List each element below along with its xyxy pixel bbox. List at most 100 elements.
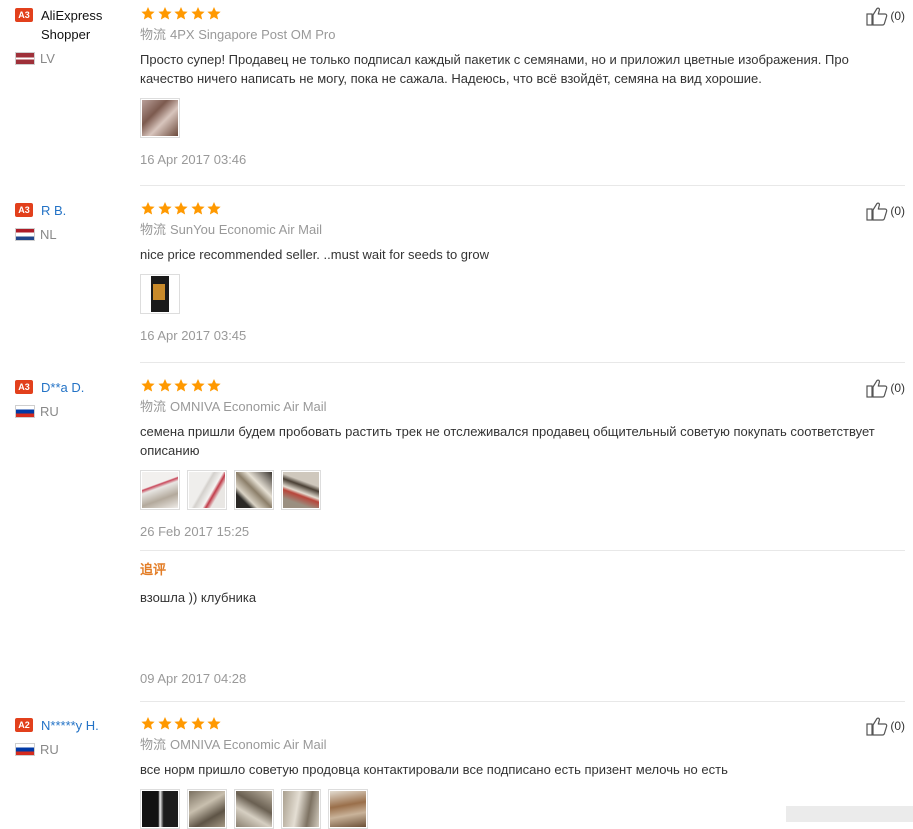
like-button[interactable]: (0)	[866, 201, 905, 221]
shipping-method: 物流 4PX Singapore Post OM Pro	[140, 26, 900, 44]
reviewer-country: NL	[15, 227, 133, 242]
latvia-flag-icon	[15, 52, 35, 65]
star-icon	[141, 378, 155, 392]
shipping-method: 物流 OMNIVA Economic Air Mail	[140, 398, 900, 416]
buyer-level-badge: A3	[15, 8, 33, 22]
review-photo-thumbnail[interactable]	[281, 789, 321, 829]
review-photo-thumbnail[interactable]	[281, 470, 321, 510]
reviewer-info: A3 AliExpress Shopper LV	[15, 6, 133, 66]
star-icon	[157, 201, 172, 215]
reviewer-country: RU	[15, 404, 133, 419]
reviewer-info: A2 N*****y H. RU	[15, 716, 133, 757]
star-icon	[190, 378, 205, 392]
review-text: семена пришли будем пробовать растить тр…	[140, 424, 875, 458]
star-icon	[157, 6, 172, 20]
country-code: NL	[40, 227, 57, 242]
shipping-name: 4PX Singapore Post OM Pro	[170, 27, 336, 42]
buyer-level-badge: A2	[15, 718, 33, 732]
like-count: (0)	[890, 381, 905, 395]
review-photos	[140, 98, 900, 138]
review-divider	[140, 185, 905, 186]
like-count: (0)	[890, 9, 905, 23]
star-icon	[141, 6, 155, 20]
thumbs-up-icon	[866, 202, 888, 221]
followup-date: 09 Apr 2017 04:28	[140, 671, 247, 686]
review-photos	[140, 470, 900, 510]
star-rating	[140, 716, 900, 732]
star-icon	[190, 201, 205, 215]
like-button[interactable]: (0)	[866, 716, 905, 736]
followup-text: взошла )) клубника	[140, 590, 257, 605]
review-date: 16 Apr 2017 03:46	[140, 152, 247, 167]
star-icon	[207, 378, 221, 392]
shipping-name: OMNIVA Economic Air Mail	[170, 399, 327, 414]
followup-divider	[140, 550, 905, 551]
shipping-method: 物流 SunYou Economic Air Mail	[140, 221, 900, 239]
star-icon	[174, 378, 188, 392]
review-photo-thumbnail[interactable]	[187, 470, 227, 510]
star-rating	[140, 378, 900, 394]
star-icon	[207, 6, 221, 20]
review-photo-thumbnail[interactable]	[234, 789, 274, 829]
star-icon	[207, 201, 221, 215]
star-icon	[174, 716, 188, 730]
star-icon	[141, 201, 155, 215]
star-icon	[207, 716, 221, 730]
review-photo-thumbnail[interactable]	[140, 470, 180, 510]
review-photo-thumbnail[interactable]	[140, 789, 180, 829]
bottom-corner-bar	[786, 806, 913, 822]
star-rating	[140, 201, 900, 217]
shipping-label: 物流	[140, 222, 167, 237]
review-text: Просто супер! Продавец не только подписа…	[140, 52, 849, 86]
country-code: RU	[40, 742, 59, 757]
netherlands-flag-icon	[15, 228, 35, 241]
reviewer-name[interactable]: N*****y H.	[41, 716, 99, 735]
review-photo-thumbnail[interactable]	[328, 789, 368, 829]
star-icon	[190, 716, 205, 730]
like-count: (0)	[890, 204, 905, 218]
review-photos	[140, 274, 900, 314]
star-icon	[190, 6, 205, 20]
review-divider	[140, 362, 905, 363]
reviewer-info: A3 R B. NL	[15, 201, 133, 242]
shipping-method: 物流 OMNIVA Economic Air Mail	[140, 736, 900, 754]
review-text: все норм пришло советую продовца контакт…	[140, 762, 728, 777]
review-photo-thumbnail[interactable]	[234, 470, 274, 510]
star-icon	[157, 716, 172, 730]
reviewer-name[interactable]: D**a D.	[41, 378, 84, 397]
review-text: nice price recommended seller. ..must wa…	[140, 247, 489, 262]
star-icon	[141, 716, 155, 730]
like-button[interactable]: (0)	[866, 6, 905, 26]
star-rating	[140, 6, 900, 22]
review-photo-thumbnail[interactable]	[187, 789, 227, 829]
shipping-name: OMNIVA Economic Air Mail	[170, 737, 327, 752]
reviewer-country: LV	[15, 51, 133, 66]
reviewer-info: A3 D**a D. RU	[15, 378, 133, 419]
review-photo-thumbnail[interactable]	[140, 274, 180, 314]
russia-flag-icon	[15, 743, 35, 756]
review-date: 16 Apr 2017 03:45	[140, 328, 247, 343]
shipping-label: 物流	[140, 27, 167, 42]
followup-label: 追评	[140, 562, 167, 577]
thumbs-up-icon	[866, 7, 888, 26]
buyer-level-badge: A3	[15, 203, 33, 217]
reviewer-country: RU	[15, 742, 133, 757]
like-button[interactable]: (0)	[866, 378, 905, 398]
russia-flag-icon	[15, 405, 35, 418]
reviewer-name: AliExpress Shopper	[41, 8, 103, 42]
buyer-level-badge: A3	[15, 380, 33, 394]
star-icon	[174, 201, 188, 215]
country-code: RU	[40, 404, 59, 419]
shipping-name: SunYou Economic Air Mail	[170, 222, 323, 237]
shipping-label: 物流	[140, 399, 167, 414]
shipping-label: 物流	[140, 737, 167, 752]
star-icon	[157, 378, 172, 392]
thumbs-up-icon	[866, 379, 888, 398]
like-count: (0)	[890, 719, 905, 733]
review-date: 26 Feb 2017 15:25	[140, 524, 250, 539]
review-photo-thumbnail[interactable]	[140, 98, 180, 138]
thumbs-up-icon	[866, 717, 888, 736]
star-icon	[174, 6, 188, 20]
country-code: LV	[40, 51, 55, 66]
reviewer-name[interactable]: R B.	[41, 201, 66, 220]
